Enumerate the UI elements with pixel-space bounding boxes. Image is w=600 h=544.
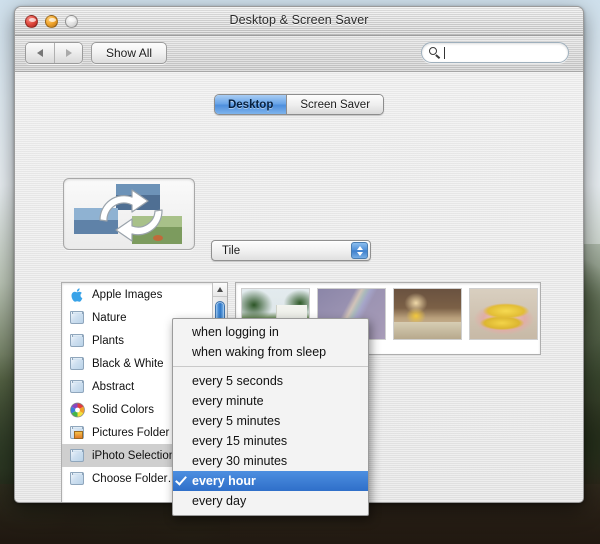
wallpaper-thumbnail[interactable]: [393, 288, 462, 340]
desktop-background: Desktop & Screen Saver Show All Desktop …: [0, 0, 600, 544]
menu-item-every-day[interactable]: every day: [173, 491, 368, 511]
forward-button: [54, 43, 82, 63]
pictures-folder-icon: [69, 425, 86, 441]
color-wheel-icon: [69, 402, 86, 418]
tab-desktop-label: Desktop: [227, 98, 274, 111]
sidebar-item-label: Solid Colors: [92, 403, 154, 416]
menu-item-label: when logging in: [192, 325, 279, 339]
tab-screen-saver-label: Screen Saver: [300, 98, 371, 111]
sidebar-item-label: Apple Images: [92, 288, 163, 301]
apple-logo-icon: [69, 287, 86, 303]
folder-icon: [69, 448, 86, 464]
sidebar-item-label: Abstract: [92, 380, 135, 393]
wallpaper-thumbnail[interactable]: [469, 288, 538, 340]
folder-icon: [69, 471, 86, 487]
navigation-buttons: [25, 42, 83, 64]
menu-item-label: every 15 minutes: [192, 434, 288, 448]
cycling-wallpaper-icon: [74, 184, 182, 244]
tab-desktop[interactable]: Desktop: [214, 95, 287, 114]
search-field[interactable]: [421, 42, 569, 63]
chevron-right-icon: [65, 49, 72, 57]
menu-item-every-hour[interactable]: every hour: [173, 471, 368, 491]
tile-popup-button[interactable]: Tile: [211, 240, 371, 261]
menu-item-label: every 30 minutes: [192, 454, 288, 468]
folder-icon: [69, 333, 86, 349]
chevron-updown-icon: [351, 242, 368, 259]
text-caret: [444, 46, 445, 59]
window-toolbar: Show All: [15, 36, 583, 72]
sidebar-item-label: Choose Folder…: [92, 472, 179, 485]
window-title: Desktop & Screen Saver: [229, 13, 369, 27]
show-all-button[interactable]: Show All: [91, 42, 168, 64]
menu-item-label: every 5 minutes: [192, 414, 281, 428]
back-button[interactable]: [26, 43, 54, 63]
menu-item-label: when waking from sleep: [192, 345, 327, 359]
menu-item-every-5-minutes[interactable]: every 5 minutes: [173, 411, 368, 431]
menu-item-label: every hour: [192, 474, 256, 488]
folder-icon: [69, 356, 86, 372]
sidebar-item-label: Black & White: [92, 357, 164, 370]
tile-popup-value: Tile: [222, 244, 241, 257]
change-picture-interval-menu[interactable]: when logging in when waking from sleep e…: [172, 318, 369, 516]
folder-icon: [69, 310, 86, 326]
menu-item-when-logging-in[interactable]: when logging in: [173, 322, 368, 342]
sidebar-item-label: Nature: [92, 311, 127, 324]
sidebar-item-apple-images[interactable]: Apple Images: [62, 283, 227, 306]
menu-item-when-waking-from-sleep[interactable]: when waking from sleep: [173, 342, 368, 362]
menu-item-every-15-minutes[interactable]: every 15 minutes: [173, 431, 368, 451]
tab-screen-saver[interactable]: Screen Saver: [286, 95, 384, 114]
window-titlebar[interactable]: Desktop & Screen Saver: [15, 7, 583, 36]
tab-bar: Desktop Screen Saver: [15, 94, 583, 115]
menu-item-every-5-seconds[interactable]: every 5 seconds: [173, 371, 368, 391]
search-icon: [429, 47, 440, 59]
show-all-label: Show All: [106, 46, 153, 60]
menu-item-every-minute[interactable]: every minute: [173, 391, 368, 411]
folder-icon: [69, 379, 86, 395]
menu-item-label: every minute: [192, 394, 264, 408]
desktop-preview-well[interactable]: [63, 178, 195, 250]
checkmark-icon: [175, 473, 187, 486]
chevron-left-icon: [37, 49, 43, 57]
menu-separator: [173, 366, 368, 367]
sidebar-item-label: Pictures Folder: [92, 426, 170, 439]
sidebar-item-label: Plants: [92, 334, 124, 347]
menu-item-label: every 5 seconds: [192, 374, 284, 388]
menu-item-label: every day: [192, 494, 247, 508]
menu-item-every-30-minutes[interactable]: every 30 minutes: [173, 451, 368, 471]
scroll-up-arrow-icon[interactable]: [213, 283, 227, 297]
sidebar-item-label: iPhoto Selection: [92, 449, 176, 462]
